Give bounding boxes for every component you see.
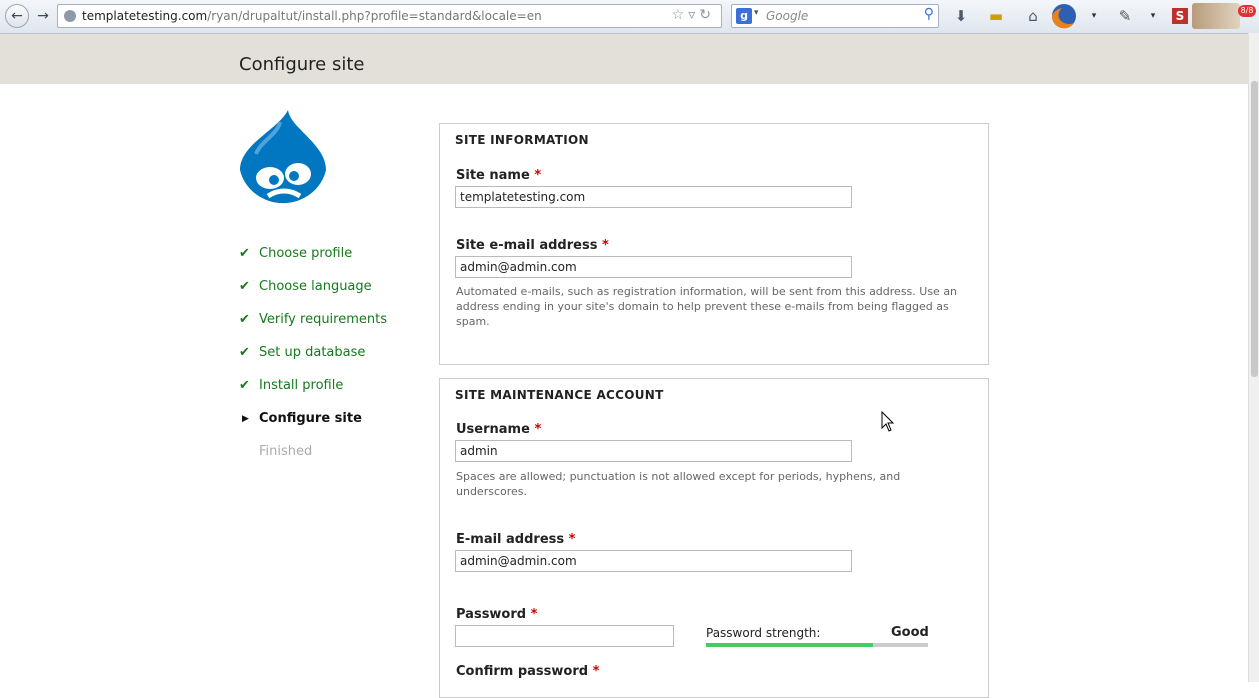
- url-path: /ryan/drupaltut/install.php?profile=stan…: [207, 9, 542, 23]
- label-text: Password: [456, 607, 527, 622]
- step-set-up-database: ✔ Set up database: [239, 342, 387, 375]
- menu-dropdown-icon[interactable]: ▾: [1089, 6, 1099, 26]
- step-configure-site: ▶ Configure site: [239, 408, 387, 441]
- address-bar[interactable]: templatetesting.com/ryan/drupaltut/insta…: [57, 4, 722, 28]
- site-name-input[interactable]: templatetesting.com: [455, 186, 852, 208]
- search-bar[interactable]: g ▾ Google ⚲: [731, 4, 939, 28]
- step-label: Choose profile: [259, 246, 353, 261]
- page-header: Configure site: [0, 34, 1249, 84]
- persona-avatar[interactable]: [1192, 3, 1240, 29]
- url-actions: ☆▿↻: [672, 7, 715, 23]
- step-choose-profile: ✔ Choose profile: [239, 243, 387, 276]
- username-label: Username *: [456, 422, 541, 437]
- addon-s-icon[interactable]: S: [1172, 8, 1188, 24]
- check-icon: ✔: [239, 345, 250, 360]
- required-marker: *: [568, 532, 576, 547]
- password-label: Password *: [456, 607, 537, 622]
- back-button[interactable]: ←: [5, 4, 29, 28]
- vertical-scrollbar[interactable]: [1248, 33, 1259, 682]
- url-text[interactable]: templatetesting.com/ryan/drupaltut/insta…: [82, 9, 542, 23]
- site-email-label: Site e-mail address *: [456, 238, 609, 253]
- required-marker: *: [530, 607, 538, 622]
- label-text: Username: [456, 422, 530, 437]
- page-title: Configure site: [239, 54, 365, 75]
- browser-toolbar: ← → templatetesting.com/ryan/drupaltut/i…: [0, 0, 1259, 34]
- drupal-logo: [240, 110, 326, 204]
- label-text: Confirm password: [456, 664, 589, 679]
- firefox-icon[interactable]: [1040, 2, 1088, 30]
- confirm-password-label: Confirm password *: [456, 664, 599, 679]
- bookmarks-icon[interactable]: ▬: [987, 6, 1005, 26]
- step-label: Choose language: [259, 279, 372, 294]
- eyedropper-icon[interactable]: ✎: [1116, 6, 1134, 26]
- required-marker: *: [534, 422, 542, 437]
- step-label: Set up database: [259, 345, 366, 360]
- overflow-dropdown-icon[interactable]: ▾: [1148, 6, 1158, 26]
- site-maintenance-account-fieldset: SITE MAINTENANCE ACCOUNT Username * admi…: [439, 378, 989, 698]
- check-icon: ✔: [239, 279, 250, 294]
- active-step-arrow-icon: ▶: [242, 414, 249, 424]
- search-input[interactable]: Google: [766, 9, 808, 23]
- password-input[interactable]: [455, 625, 674, 647]
- password-strength-fill: [706, 643, 873, 647]
- fieldset-legend: SITE MAINTENANCE ACCOUNT: [455, 388, 664, 402]
- mouse-cursor-icon: [881, 411, 895, 432]
- site-email-input[interactable]: admin@admin.com: [455, 256, 852, 278]
- step-finished: Finished: [239, 441, 387, 474]
- username-description: Spaces are allowed; punctuation is not a…: [456, 470, 901, 498]
- account-email-input[interactable]: admin@admin.com: [455, 550, 852, 572]
- required-marker: *: [592, 664, 600, 679]
- step-install-profile: ✔ Install profile: [239, 375, 387, 408]
- label-text: Site name: [456, 168, 530, 183]
- step-label: Verify requirements: [259, 312, 388, 327]
- check-icon: ✔: [239, 312, 250, 327]
- site-name-label: Site name *: [456, 168, 541, 183]
- url-dropdown-icon[interactable]: ▿: [688, 7, 699, 23]
- scrollbar-thumb[interactable]: [1251, 81, 1258, 377]
- password-strength-label: Password strength:: [706, 626, 821, 640]
- password-strength-value: Good: [891, 625, 929, 640]
- step-label: Finished: [259, 444, 313, 459]
- site-identity-icon[interactable]: [64, 10, 76, 22]
- site-email-description: Automated e-mails, such as registration …: [456, 285, 958, 328]
- google-icon[interactable]: g: [736, 8, 752, 24]
- step-label: Install profile: [259, 378, 344, 393]
- password-strength-bar: [706, 643, 928, 647]
- addon-badge: 8/8: [1238, 5, 1256, 17]
- label-text: Site e-mail address: [456, 238, 598, 253]
- search-icon[interactable]: ⚲: [924, 6, 934, 22]
- step-label: Configure site: [259, 411, 362, 426]
- required-marker: *: [601, 238, 609, 253]
- check-icon: ✔: [239, 378, 250, 393]
- check-icon: ✔: [239, 246, 250, 261]
- fieldset-legend: SITE INFORMATION: [455, 133, 589, 147]
- step-choose-language: ✔ Choose language: [239, 276, 387, 309]
- step-verify-requirements: ✔ Verify requirements: [239, 309, 387, 342]
- reload-icon[interactable]: ↻: [699, 7, 715, 23]
- search-engine-dropdown-icon[interactable]: ▾: [754, 8, 759, 18]
- url-host: templatetesting.com: [82, 9, 208, 23]
- downloads-icon[interactable]: ⬇: [952, 6, 970, 26]
- username-input[interactable]: admin: [455, 440, 852, 462]
- account-email-label: E-mail address *: [456, 532, 575, 547]
- install-steps: ✔ Choose profile ✔ Choose language ✔ Verify…: [239, 243, 387, 474]
- site-information-fieldset: SITE INFORMATION Site name * templatetes…: [439, 123, 989, 365]
- label-text: E-mail address: [456, 532, 565, 547]
- bookmark-star-icon[interactable]: ☆: [672, 7, 689, 23]
- forward-button[interactable]: →: [34, 6, 52, 26]
- required-marker: *: [534, 168, 542, 183]
